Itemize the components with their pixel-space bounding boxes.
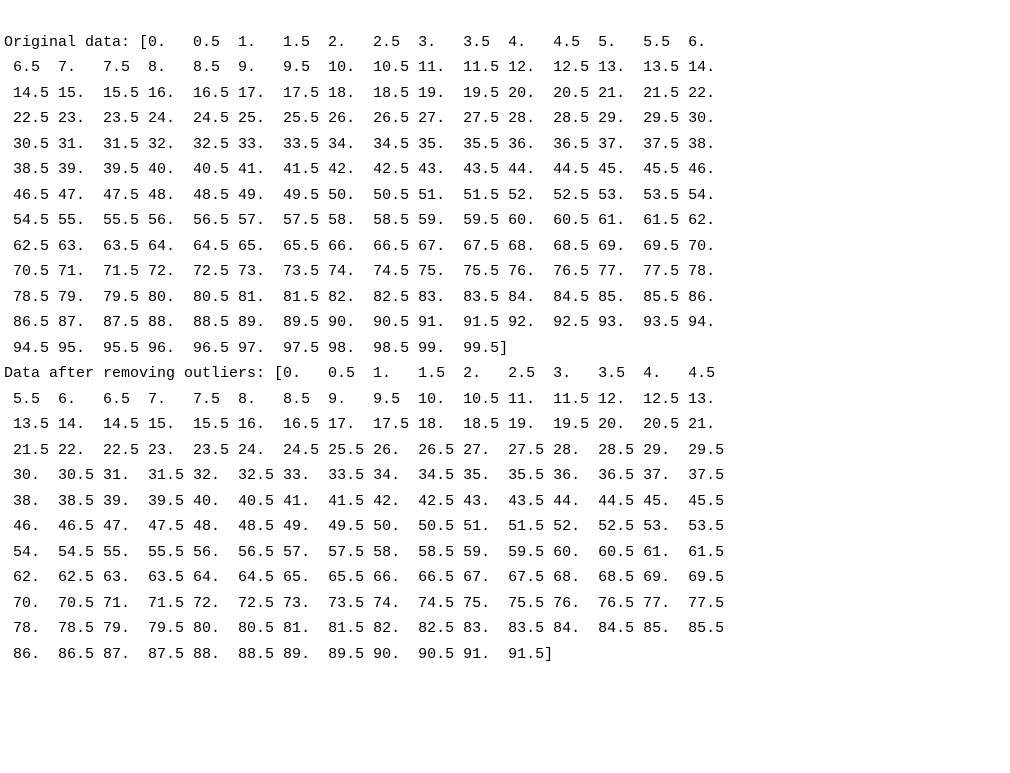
output-block: Original data: [0. 0.5 1. 1.5 2. 2.5 3. … [4, 30, 1010, 668]
